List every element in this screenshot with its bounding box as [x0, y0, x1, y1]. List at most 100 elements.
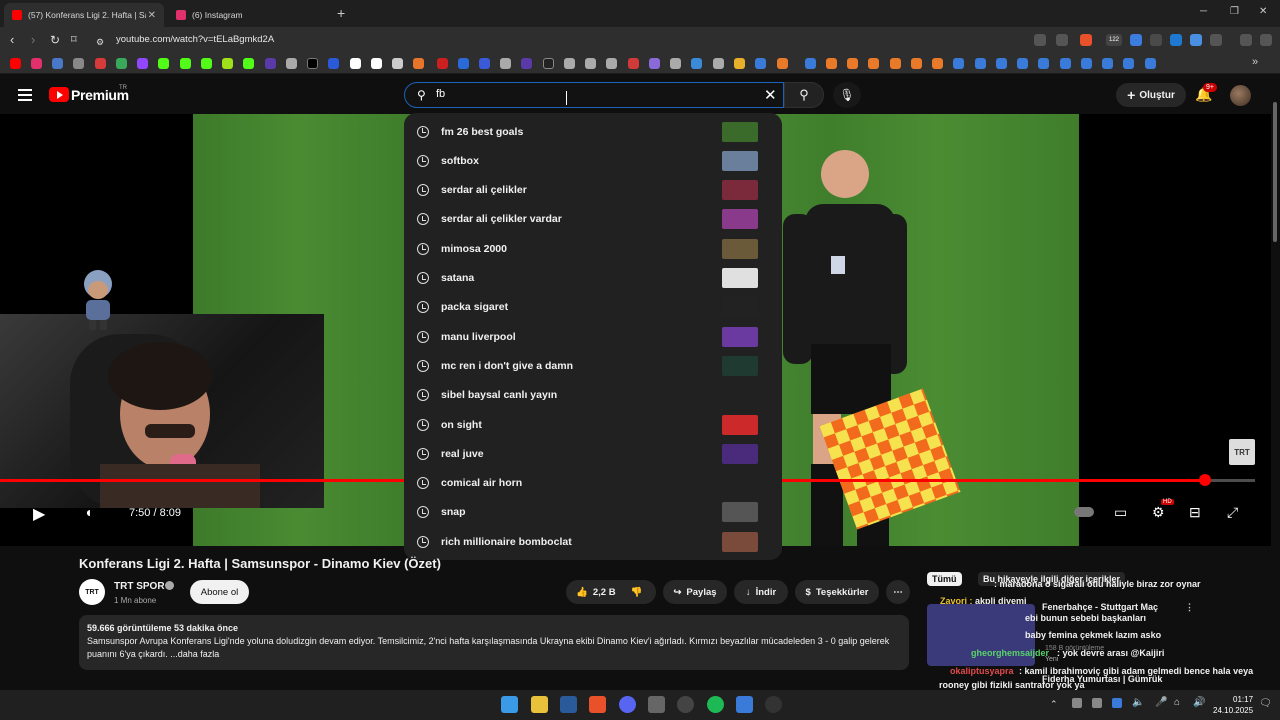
bookmark-icon[interactable] [328, 58, 339, 69]
extension-icon[interactable] [1190, 34, 1202, 46]
more-options-icon[interactable]: ⋮ [1185, 602, 1194, 613]
bookmark-kick-icon[interactable] [243, 58, 254, 69]
bookmark-icon[interactable] [543, 58, 554, 69]
more-actions-button[interactable]: ⋯ [886, 580, 910, 604]
bookmark-icon[interactable] [458, 58, 469, 69]
search-button[interactable]: ⚲ [784, 82, 824, 108]
bookmark-kick-icon[interactable] [201, 58, 212, 69]
app-icon[interactable] [648, 696, 665, 713]
speaker-icon[interactable]: 🔈 [1132, 697, 1144, 708]
account-avatar[interactable] [1230, 85, 1251, 106]
description-box[interactable]: 59.666 görüntüleme 53 dakika önce Samsun… [79, 615, 909, 670]
suggestion-item[interactable]: serdar ali çelikler [404, 176, 782, 205]
new-tab-icon[interactable]: + [337, 5, 345, 21]
bookmark-steam-icon[interactable] [953, 58, 964, 69]
bookmark-icon[interactable] [691, 58, 702, 69]
extension-badge[interactable]: 122 [1106, 34, 1122, 46]
suggestion-item[interactable]: mimosa 2000 [404, 234, 782, 263]
bookmark-icon[interactable] [649, 58, 660, 69]
share-button[interactable]: ↪ Paylaş [663, 580, 727, 604]
create-button[interactable]: + Oluştur [1116, 83, 1186, 107]
bookmark-steam-icon[interactable] [1060, 58, 1071, 69]
channel-avatar[interactable]: TRT [79, 579, 105, 605]
bookmark-kick-icon[interactable] [158, 58, 169, 69]
suggestion-item[interactable]: sibel baysal canlı yayın [404, 381, 782, 410]
search-box[interactable]: ⚲ ✕ [404, 82, 784, 108]
bookmark-instagram-icon[interactable] [31, 58, 42, 69]
menu-icon[interactable] [1260, 34, 1272, 46]
minimize-icon[interactable]: ─ [1200, 6, 1207, 17]
suggestion-item[interactable]: on sight [404, 410, 782, 439]
bookmark-icon[interactable] [868, 58, 879, 69]
miniplayer-icon[interactable]: ⊟ [1189, 504, 1201, 521]
brave-icon[interactable] [589, 696, 606, 713]
bookmark-icon[interactable] [585, 58, 596, 69]
clear-search-icon[interactable]: ✕ [764, 86, 777, 104]
bookmark-icon[interactable] [606, 58, 617, 69]
notifications-icon[interactable]: 🗨 [1259, 698, 1272, 709]
network-icon[interactable]: ⌂ [1174, 697, 1180, 708]
forward-icon[interactable]: › [31, 33, 35, 47]
bookmark-icon[interactable] [628, 58, 639, 69]
subscribe-button[interactable]: Abone ol [190, 580, 249, 604]
bookmark-icon[interactable] [371, 58, 382, 69]
system-clock[interactable]: 01:17 24.10.2025 [1213, 694, 1253, 716]
play-button[interactable]: ▶ [33, 504, 45, 524]
bookmark-icon[interactable] [350, 58, 361, 69]
back-icon[interactable]: ‹ [10, 33, 14, 47]
chip-all[interactable]: Tümü [927, 572, 962, 586]
bookmark-icon[interactable] [52, 58, 63, 69]
bookmark-icon[interactable] [826, 58, 837, 69]
bookmark-folder-icon[interactable] [734, 58, 745, 69]
close-tab-icon[interactable]: ✕ [148, 10, 156, 21]
close-window-icon[interactable]: ✕ [1259, 6, 1267, 17]
suggestion-item[interactable]: packa sigaret [404, 293, 782, 322]
volume-icon[interactable]: ◖ [84, 504, 92, 520]
bookmark-steam-icon[interactable] [1038, 58, 1049, 69]
bookmark-steam-icon[interactable] [996, 58, 1007, 69]
steam-icon[interactable] [560, 696, 577, 713]
bookmark-icon[interactable] [670, 58, 681, 69]
bookmark-steam-icon[interactable] [1102, 58, 1113, 69]
thanks-button[interactable]: $ Teşekkürler [795, 580, 879, 604]
bookmark-steam-icon[interactable] [805, 58, 816, 69]
bookmark-icon[interactable] [847, 58, 858, 69]
bookmark-twitch-icon[interactable] [137, 58, 148, 69]
bookmark-icon[interactable] [500, 58, 511, 69]
bookmark-kick-icon[interactable] [180, 58, 191, 69]
reload-icon[interactable]: ↻ [50, 33, 60, 47]
search-input[interactable] [436, 88, 736, 100]
suggestion-item[interactable]: satana [404, 264, 782, 293]
bookmark-x-icon[interactable] [307, 58, 318, 69]
bookmark-icon[interactable] [413, 58, 424, 69]
tray-icon[interactable] [1092, 698, 1102, 708]
bookmark-icon[interactable] [73, 58, 84, 69]
bookmark-steam-icon[interactable] [1145, 58, 1156, 69]
bookmark-icon[interactable]: ⌑ [71, 33, 77, 47]
tab-youtube[interactable]: (57) Konferans Ligi 2. Hafta | Sam ✕ [4, 3, 164, 27]
github-icon[interactable] [677, 696, 694, 713]
share-icon[interactable] [1056, 34, 1068, 46]
extension-icon[interactable] [1150, 34, 1162, 46]
bookmark-icon[interactable] [392, 58, 403, 69]
suggestion-item[interactable]: softbox [404, 146, 782, 175]
tray-chevron-icon[interactable]: ⌃ [1050, 699, 1058, 710]
suggestion-item[interactable]: mc ren i don't give a damn [404, 351, 782, 380]
bookmark-steam-icon[interactable] [755, 58, 766, 69]
suggestion-item[interactable]: fm 26 best goals [404, 117, 782, 146]
address-bar[interactable]: youtube.com/watch?v=tELaBgmkd2A [116, 34, 274, 45]
extension-icon[interactable] [1130, 34, 1142, 46]
bookmark-icon[interactable] [222, 58, 233, 69]
volume-icon[interactable]: 🔊 [1193, 697, 1205, 708]
spotify-icon[interactable] [707, 696, 724, 713]
maximize-icon[interactable]: ❐ [1230, 6, 1239, 17]
suggestion-item[interactable]: snap [404, 498, 782, 527]
download-button[interactable]: ↓ İndir [734, 580, 788, 604]
tray-icon[interactable] [1072, 698, 1082, 708]
bookmark-icon[interactable] [713, 58, 724, 69]
media-icon[interactable] [1240, 34, 1252, 46]
bookmark-youtube-icon[interactable] [10, 58, 21, 69]
fullscreen-icon[interactable]: ⤢ [1227, 504, 1238, 521]
cast-icon[interactable] [1034, 34, 1046, 46]
suggestion-item[interactable]: comical air horn [404, 469, 782, 498]
